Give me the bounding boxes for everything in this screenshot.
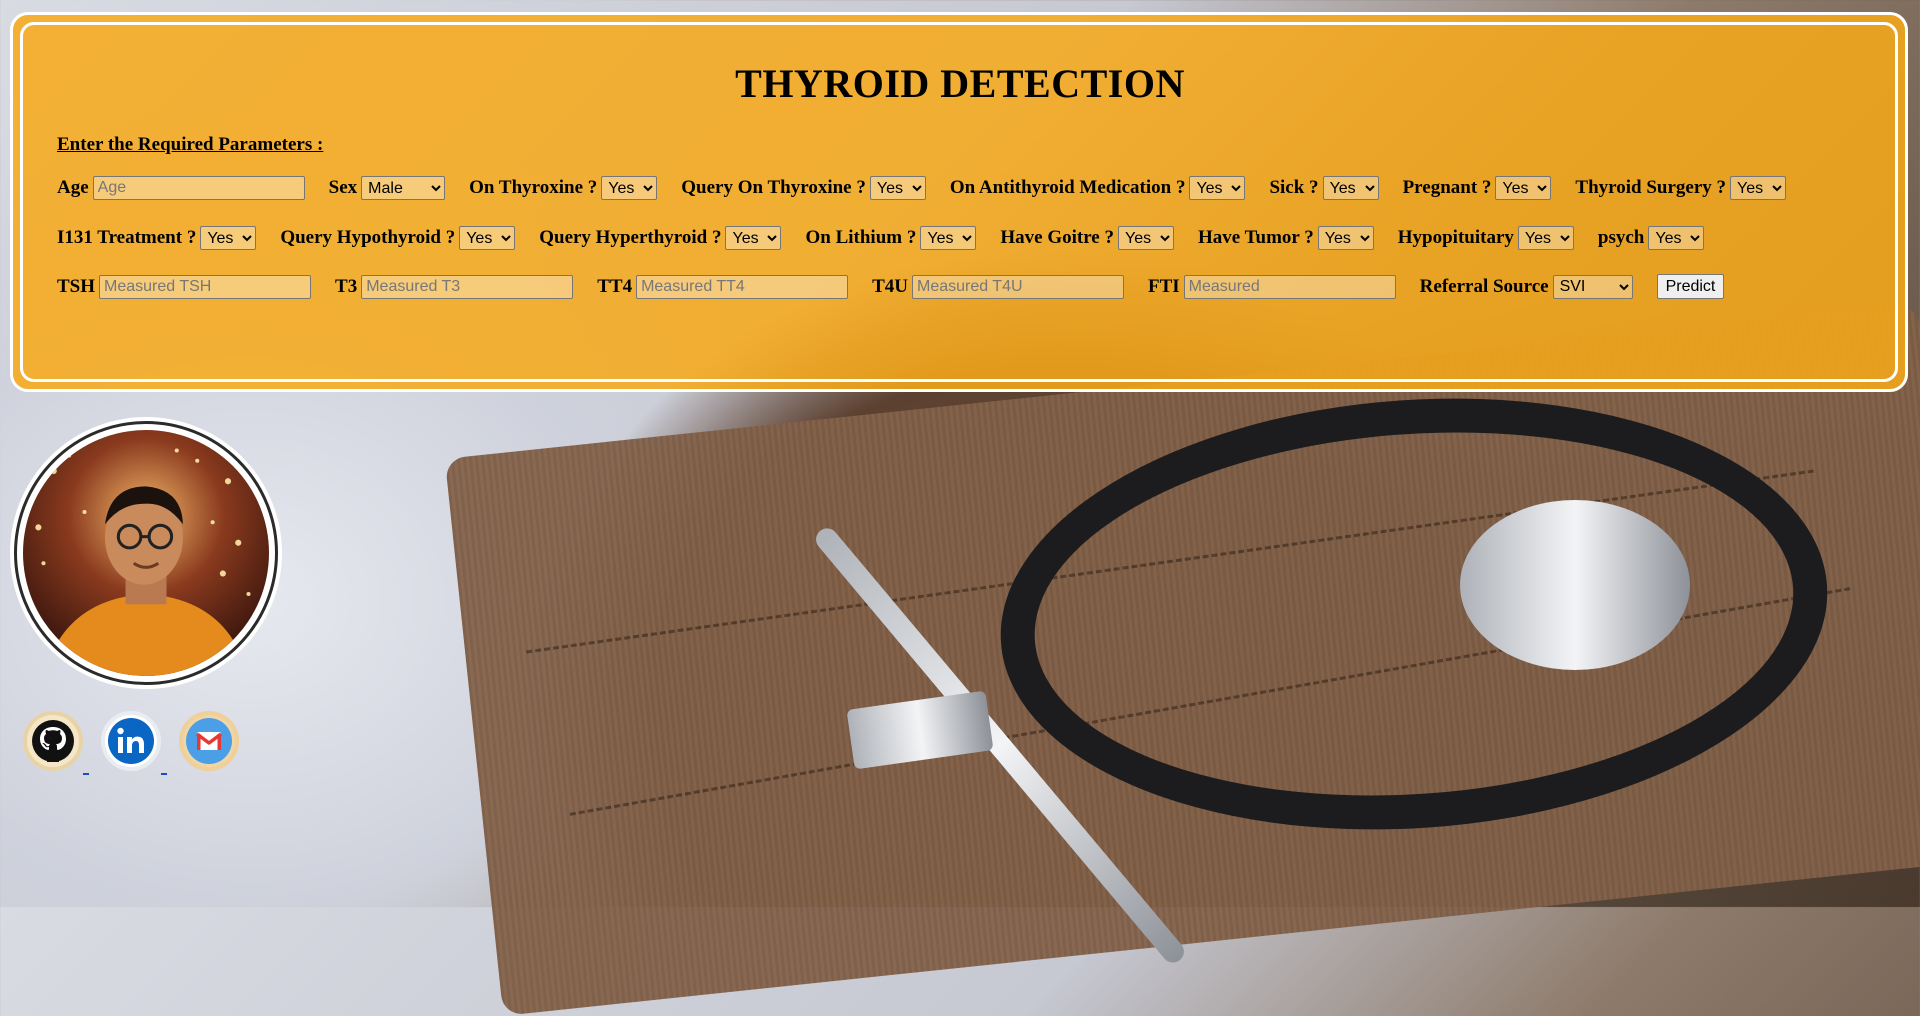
referral-source-field: Referral Source SVI [1419,274,1633,299]
page-title: THYROID DETECTION [735,61,1185,106]
i131-treatment-field: I131 Treatment ? Yes [57,226,257,250]
parameters-heading: Enter the Required Parameters : [57,134,324,155]
thyroid-surgery-field: Thyroid Surgery ? Yes [1575,176,1787,200]
thyroid-surgery-select[interactable]: Yes [1730,176,1787,200]
fti-input[interactable] [1183,274,1396,299]
hypopituitary-field: Hypopituitary Yes [1398,226,1574,250]
t4u-input[interactable] [911,274,1124,299]
sex-field: Sex Male [329,176,446,200]
tt4-field: TT4 [597,274,849,299]
sick-field: Sick ? Yes [1269,176,1379,200]
on-thyroxine-label: On Thyroxine ? [469,177,598,198]
t3-input[interactable] [361,274,574,299]
tsh-field: TSH [57,274,312,299]
tt4-input[interactable] [636,274,849,299]
have-goitre-field: Have Goitre ? Yes [1000,226,1174,250]
psych-label: psych [1597,227,1645,248]
referral-source-label: Referral Source [1419,275,1549,297]
have-tumor-select[interactable]: Yes [1317,226,1374,250]
query-on-thyroxine-field: Query On Thyroxine ? Yes [681,176,926,200]
linkedin-icon [108,718,154,764]
pregnant-select[interactable]: Yes [1495,176,1552,200]
avatar [10,417,282,689]
social-links [23,711,257,771]
on-lithium-field: On Lithium ? Yes [805,226,977,250]
hypopituitary-select[interactable]: Yes [1517,226,1574,250]
pouch-seam [526,469,1814,654]
on-antithyroid-medication-label: On Antithyroid Medication ? [949,177,1186,198]
stethoscope-rod [811,523,1189,968]
tt4-label: TT4 [597,275,633,297]
thyroid-surgery-label: Thyroid Surgery ? [1575,177,1727,198]
query-on-thyroxine-label: Query On Thyroxine ? [681,177,866,198]
tsh-label: TSH [57,275,96,297]
hypopituitary-label: Hypopituitary [1397,227,1514,248]
query-hyperthyroid-select[interactable]: Yes [725,226,782,250]
pouch-seam [569,587,1851,816]
link-underline [161,773,167,775]
query-hyperthyroid-field: Query Hyperthyroid ? Yes [539,226,782,250]
form-row-1: Age Sex Male On Thyroxine ? Yes Query On… [57,176,1810,200]
predict-button[interactable]: Predict [1656,274,1725,299]
i131-treatment-label: I131 Treatment ? [57,227,197,248]
query-on-thyroxine-select[interactable]: Yes [869,176,926,200]
fti-field: FTI [1147,274,1396,299]
query-hypothyroid-select[interactable]: Yes [459,226,516,250]
sick-label: Sick ? [1269,177,1319,198]
profile-photo [23,430,269,676]
form-row-2: I131 Treatment ? Yes Query Hypothyroid ?… [57,226,1728,250]
on-thyroxine-field: On Thyroxine ? Yes [469,176,658,200]
i131-treatment-select[interactable]: Yes [200,226,257,250]
pregnant-label: Pregnant ? [1402,177,1492,198]
query-hypothyroid-field: Query Hypothyroid ? Yes [280,226,516,250]
fti-label: FTI [1147,275,1180,297]
on-antithyroid-medication-select[interactable]: Yes [1189,176,1246,200]
have-goitre-select[interactable]: Yes [1117,226,1174,250]
tsh-input[interactable] [99,274,312,299]
have-tumor-field: Have Tumor ? Yes [1198,226,1374,250]
stethoscope-chestpiece [1460,500,1690,670]
pouch-shape [444,304,1920,1016]
referral-source-select[interactable]: SVI [1552,274,1633,299]
have-goitre-label: Have Goitre ? [1000,227,1114,248]
link-underline [83,773,89,775]
form-row-3: TSH T3 TT4 T4U FTI Referral Source SVI P… [57,274,1725,299]
on-lithium-select[interactable]: Yes [920,226,977,250]
psych-field: psych Yes [1597,226,1705,250]
query-hyperthyroid-label: Query Hyperthyroid ? [539,227,722,248]
t4u-field: T4U [872,274,1124,299]
age-label: Age [57,177,89,198]
on-antithyroid-medication-field: On Antithyroid Medication ? Yes [950,176,1246,200]
linkedin-link[interactable] [101,711,161,771]
sex-label: Sex [328,177,358,198]
have-tumor-label: Have Tumor ? [1197,227,1314,248]
sick-select[interactable]: Yes [1322,176,1379,200]
avatar-image [23,430,269,676]
t3-field: T3 [335,274,574,299]
pouch-buckle [846,690,994,770]
t4u-label: T4U [872,275,908,297]
query-hypothyroid-label: Query Hypothyroid ? [280,227,456,248]
on-lithium-label: On Lithium ? [805,227,917,248]
github-link[interactable] [23,711,83,771]
psych-select[interactable]: Yes [1648,226,1705,250]
stethoscope-tube [986,371,1842,857]
gmail-icon [186,718,232,764]
age-input[interactable] [92,176,305,200]
on-thyroxine-select[interactable]: Yes [601,176,658,200]
pregnant-field: Pregnant ? Yes [1403,176,1552,200]
age-field: Age [57,176,305,200]
avatar-ring [14,421,278,685]
t3-label: T3 [335,275,358,297]
github-icon [32,720,74,762]
sex-select[interactable]: Male [361,176,446,200]
gmail-link[interactable] [179,711,239,771]
